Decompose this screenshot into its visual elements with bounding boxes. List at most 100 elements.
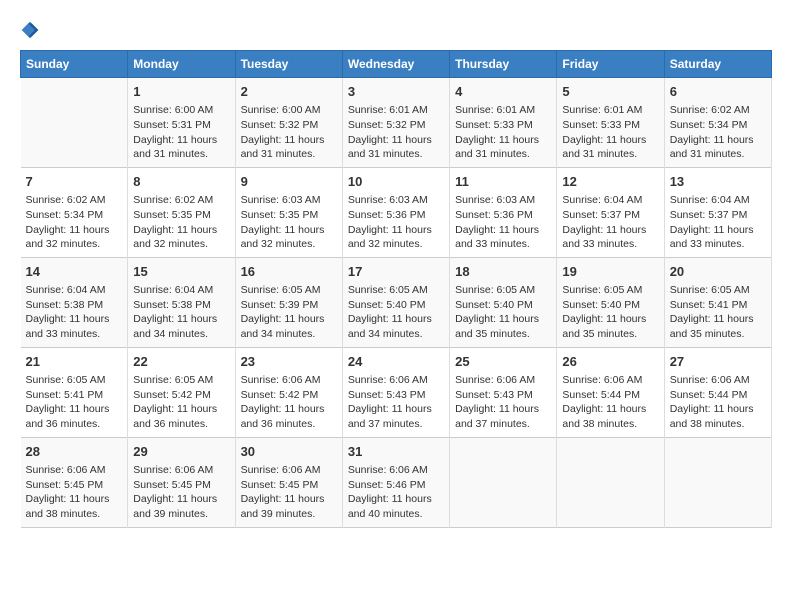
day-number: 15 xyxy=(133,263,229,281)
day-number: 31 xyxy=(348,443,444,461)
day-cell xyxy=(450,437,557,527)
calendar-table: SundayMondayTuesdayWednesdayThursdayFrid… xyxy=(20,50,772,528)
day-info: Sunrise: 6:01 AM Sunset: 5:32 PM Dayligh… xyxy=(348,103,444,162)
day-cell: 28 Sunrise: 6:06 AM Sunset: 5:45 PM Dayli… xyxy=(21,437,128,527)
day-number: 4 xyxy=(455,83,551,101)
day-number: 17 xyxy=(348,263,444,281)
day-cell: 1 Sunrise: 6:00 AM Sunset: 5:31 PM Daylig… xyxy=(128,78,235,168)
day-info: Sunrise: 6:05 AM Sunset: 5:41 PM Dayligh… xyxy=(26,373,123,432)
day-number: 13 xyxy=(670,173,766,191)
header-cell-thursday: Thursday xyxy=(450,51,557,78)
day-info: Sunrise: 6:04 AM Sunset: 5:37 PM Dayligh… xyxy=(562,193,658,252)
day-info: Sunrise: 6:04 AM Sunset: 5:37 PM Dayligh… xyxy=(670,193,766,252)
day-number: 27 xyxy=(670,353,766,371)
day-cell: 14 Sunrise: 6:04 AM Sunset: 5:38 PM Dayli… xyxy=(21,257,128,347)
day-number: 14 xyxy=(26,263,123,281)
day-info: Sunrise: 6:06 AM Sunset: 5:45 PM Dayligh… xyxy=(241,463,337,522)
day-info: Sunrise: 6:06 AM Sunset: 5:43 PM Dayligh… xyxy=(348,373,444,432)
day-info: Sunrise: 6:05 AM Sunset: 5:41 PM Dayligh… xyxy=(670,283,766,342)
day-number: 3 xyxy=(348,83,444,101)
day-cell: 4 Sunrise: 6:01 AM Sunset: 5:33 PM Daylig… xyxy=(450,78,557,168)
day-info: Sunrise: 6:06 AM Sunset: 5:45 PM Dayligh… xyxy=(26,463,123,522)
day-number: 24 xyxy=(348,353,444,371)
day-number: 2 xyxy=(241,83,337,101)
logo xyxy=(20,20,44,40)
day-cell: 17 Sunrise: 6:05 AM Sunset: 5:40 PM Dayli… xyxy=(342,257,449,347)
header-cell-wednesday: Wednesday xyxy=(342,51,449,78)
day-number: 22 xyxy=(133,353,229,371)
day-number: 9 xyxy=(241,173,337,191)
logo-icon xyxy=(20,20,40,40)
week-row-2: 14 Sunrise: 6:04 AM Sunset: 5:38 PM Dayli… xyxy=(21,257,772,347)
day-number: 10 xyxy=(348,173,444,191)
day-info: Sunrise: 6:02 AM Sunset: 5:34 PM Dayligh… xyxy=(26,193,123,252)
day-cell: 19Sunrise: 6:05 AM Sunset: 5:40 PM Dayli… xyxy=(557,257,664,347)
day-number: 28 xyxy=(26,443,123,461)
day-info: Sunrise: 6:01 AM Sunset: 5:33 PM Dayligh… xyxy=(562,103,658,162)
day-cell: 10 Sunrise: 6:03 AM Sunset: 5:36 PM Dayli… xyxy=(342,167,449,257)
day-info: Sunrise: 6:00 AM Sunset: 5:32 PM Dayligh… xyxy=(241,103,337,162)
header-cell-monday: Monday xyxy=(128,51,235,78)
day-cell: 21 Sunrise: 6:05 AM Sunset: 5:41 PM Dayli… xyxy=(21,347,128,437)
day-number: 7 xyxy=(26,173,123,191)
day-number: 29 xyxy=(133,443,229,461)
day-number: 25 xyxy=(455,353,551,371)
day-cell: 7 Sunrise: 6:02 AM Sunset: 5:34 PM Daylig… xyxy=(21,167,128,257)
calendar-header: SundayMondayTuesdayWednesdayThursdayFrid… xyxy=(21,51,772,78)
day-info: Sunrise: 6:06 AM Sunset: 5:43 PM Dayligh… xyxy=(455,373,551,432)
day-cell: 18Sunrise: 6:05 AM Sunset: 5:40 PM Dayli… xyxy=(450,257,557,347)
day-number: 1 xyxy=(133,83,229,101)
day-info: Sunrise: 6:06 AM Sunset: 5:45 PM Dayligh… xyxy=(133,463,229,522)
day-info: Sunrise: 6:03 AM Sunset: 5:36 PM Dayligh… xyxy=(455,193,551,252)
day-info: Sunrise: 6:05 AM Sunset: 5:39 PM Dayligh… xyxy=(241,283,337,342)
calendar-body: 1 Sunrise: 6:00 AM Sunset: 5:31 PM Daylig… xyxy=(21,78,772,528)
day-number: 20 xyxy=(670,263,766,281)
day-cell: 24 Sunrise: 6:06 AM Sunset: 5:43 PM Dayli… xyxy=(342,347,449,437)
header-row: SundayMondayTuesdayWednesdayThursdayFrid… xyxy=(21,51,772,78)
day-number: 5 xyxy=(562,83,658,101)
day-number: 12 xyxy=(562,173,658,191)
day-number: 11 xyxy=(455,173,551,191)
day-info: Sunrise: 6:03 AM Sunset: 5:35 PM Dayligh… xyxy=(241,193,337,252)
day-number: 26 xyxy=(562,353,658,371)
day-cell: 9 Sunrise: 6:03 AM Sunset: 5:35 PM Daylig… xyxy=(235,167,342,257)
header-cell-saturday: Saturday xyxy=(664,51,771,78)
day-info: Sunrise: 6:02 AM Sunset: 5:34 PM Dayligh… xyxy=(670,103,766,162)
day-cell: 8 Sunrise: 6:02 AM Sunset: 5:35 PM Daylig… xyxy=(128,167,235,257)
day-cell xyxy=(664,437,771,527)
day-info: Sunrise: 6:05 AM Sunset: 5:40 PM Dayligh… xyxy=(562,283,658,342)
day-cell: 6Sunrise: 6:02 AM Sunset: 5:34 PM Daylig… xyxy=(664,78,771,168)
day-info: Sunrise: 6:01 AM Sunset: 5:33 PM Dayligh… xyxy=(455,103,551,162)
week-row-0: 1 Sunrise: 6:00 AM Sunset: 5:31 PM Daylig… xyxy=(21,78,772,168)
week-row-4: 28 Sunrise: 6:06 AM Sunset: 5:45 PM Dayli… xyxy=(21,437,772,527)
day-number: 23 xyxy=(241,353,337,371)
day-number: 8 xyxy=(133,173,229,191)
day-info: Sunrise: 6:00 AM Sunset: 5:31 PM Dayligh… xyxy=(133,103,229,162)
day-cell: 20 Sunrise: 6:05 AM Sunset: 5:41 PM Dayli… xyxy=(664,257,771,347)
day-cell: 16Sunrise: 6:05 AM Sunset: 5:39 PM Dayli… xyxy=(235,257,342,347)
week-row-1: 7 Sunrise: 6:02 AM Sunset: 5:34 PM Daylig… xyxy=(21,167,772,257)
day-info: Sunrise: 6:03 AM Sunset: 5:36 PM Dayligh… xyxy=(348,193,444,252)
day-info: Sunrise: 6:05 AM Sunset: 5:42 PM Dayligh… xyxy=(133,373,229,432)
day-info: Sunrise: 6:05 AM Sunset: 5:40 PM Dayligh… xyxy=(455,283,551,342)
day-info: Sunrise: 6:04 AM Sunset: 5:38 PM Dayligh… xyxy=(26,283,123,342)
day-cell: 3 Sunrise: 6:01 AM Sunset: 5:32 PM Daylig… xyxy=(342,78,449,168)
day-cell xyxy=(557,437,664,527)
day-cell: 11 Sunrise: 6:03 AM Sunset: 5:36 PM Dayli… xyxy=(450,167,557,257)
day-cell: 22 Sunrise: 6:05 AM Sunset: 5:42 PM Dayli… xyxy=(128,347,235,437)
day-info: Sunrise: 6:06 AM Sunset: 5:46 PM Dayligh… xyxy=(348,463,444,522)
day-cell: 13 Sunrise: 6:04 AM Sunset: 5:37 PM Dayli… xyxy=(664,167,771,257)
day-cell: 31 Sunrise: 6:06 AM Sunset: 5:46 PM Dayli… xyxy=(342,437,449,527)
day-info: Sunrise: 6:05 AM Sunset: 5:40 PM Dayligh… xyxy=(348,283,444,342)
day-number: 21 xyxy=(26,353,123,371)
day-cell: 2 Sunrise: 6:00 AM Sunset: 5:32 PM Daylig… xyxy=(235,78,342,168)
day-info: Sunrise: 6:02 AM Sunset: 5:35 PM Dayligh… xyxy=(133,193,229,252)
day-cell: 25 Sunrise: 6:06 AM Sunset: 5:43 PM Dayli… xyxy=(450,347,557,437)
header-cell-sunday: Sunday xyxy=(21,51,128,78)
day-number: 30 xyxy=(241,443,337,461)
day-info: Sunrise: 6:04 AM Sunset: 5:38 PM Dayligh… xyxy=(133,283,229,342)
day-cell: 29 Sunrise: 6:06 AM Sunset: 5:45 PM Dayli… xyxy=(128,437,235,527)
header xyxy=(20,20,772,40)
header-cell-friday: Friday xyxy=(557,51,664,78)
week-row-3: 21 Sunrise: 6:05 AM Sunset: 5:41 PM Dayli… xyxy=(21,347,772,437)
